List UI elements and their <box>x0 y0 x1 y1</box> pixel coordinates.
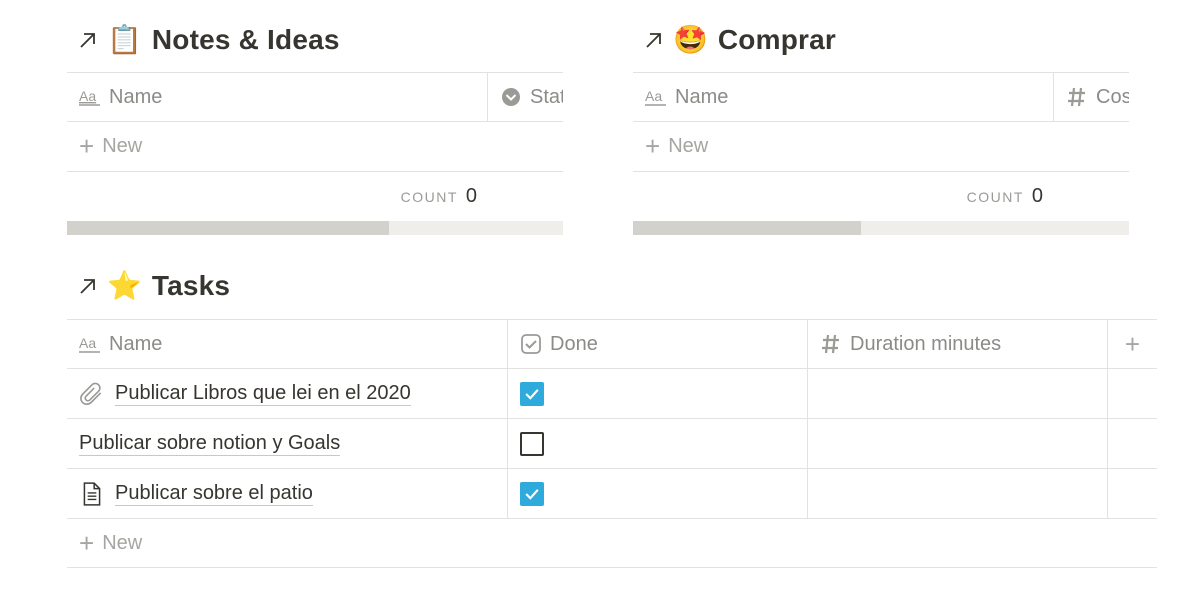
comprar-table: Aa Name Cos + New COUNT 0 <box>633 72 1129 235</box>
select-property-icon <box>502 88 520 106</box>
count-value: 0 <box>1031 185 1043 207</box>
tasks-header-row: Aa Name Done Duration minutes + <box>67 319 1157 368</box>
task-name-cell[interactable]: Publicar Libros que lei en el 2020 <box>67 369 508 418</box>
scrollbar-thumb[interactable] <box>67 221 390 235</box>
notes-count-row[interactable]: COUNT 0 <box>67 171 563 221</box>
open-link-arrow-icon[interactable] <box>77 29 99 51</box>
empty-cell <box>1108 469 1157 518</box>
done-cell <box>508 369 808 418</box>
new-label: New <box>102 531 143 554</box>
column-header-label: Duration minutes <box>850 332 1002 355</box>
notes-title[interactable]: Notes & Ideas <box>152 24 340 56</box>
tasks-table: Aa Name Done Duration minutes + Publicar… <box>67 319 1157 568</box>
text-property-icon: Aa <box>79 88 100 106</box>
notes-new-row-button[interactable]: + New <box>67 121 563 171</box>
column-header-label: Name <box>675 85 729 108</box>
notes-horizontal-scrollbar[interactable] <box>67 221 563 235</box>
clipboard-emoji-icon: 📋 <box>107 24 142 55</box>
column-header-label: Done <box>550 332 598 355</box>
empty-cell <box>1108 369 1157 418</box>
text-property-icon: Aa <box>79 335 100 353</box>
table-row[interactable]: Publicar sobre notion y Goals <box>67 418 1157 468</box>
svg-text:Aa: Aa <box>79 335 96 351</box>
comprar-title-row: 🤩 Comprar <box>633 20 1129 60</box>
scrollbar-thumb[interactable] <box>633 221 862 235</box>
plus-icon: + <box>645 131 661 161</box>
task-name[interactable]: Publicar sobre notion y Goals <box>79 431 341 456</box>
table-row[interactable]: Publicar sobre el patio <box>67 468 1157 518</box>
task-name-cell[interactable]: Publicar sobre el patio <box>67 469 508 518</box>
done-cell <box>508 419 808 468</box>
plus-icon: + <box>79 131 95 161</box>
paperclip-icon <box>80 382 102 405</box>
open-link-arrow-icon[interactable] <box>643 29 665 51</box>
column-header-done[interactable]: Done <box>508 320 808 368</box>
comprar-database: 🤩 Comprar <box>633 20 1129 60</box>
column-header-name[interactable]: Aa Name <box>67 320 508 368</box>
document-icon <box>83 481 101 506</box>
svg-text:Aa: Aa <box>645 88 662 104</box>
plus-icon: + <box>1124 328 1141 359</box>
task-name[interactable]: Publicar Libros que lei en el 2020 <box>115 381 411 406</box>
comprar-header-row: Aa Name Cos <box>633 72 1129 121</box>
table-row[interactable]: Publicar Libros que lei en el 2020 <box>67 368 1157 418</box>
tasks-title[interactable]: Tasks <box>152 270 230 302</box>
column-header-label: Name <box>109 332 163 355</box>
tasks-new-row-button[interactable]: + New <box>67 518 1157 568</box>
task-name-cell[interactable]: Publicar sobre notion y Goals <box>67 419 508 468</box>
star-emoji-icon: ⭐ <box>107 270 142 301</box>
svg-text:Aa: Aa <box>79 88 96 104</box>
add-property-button[interactable]: + <box>1108 320 1157 368</box>
tasks-title-row: ⭐ Tasks <box>67 266 1157 306</box>
empty-cell <box>1108 419 1157 468</box>
open-link-arrow-icon[interactable] <box>77 275 99 297</box>
notes-table: Aa Name Stat + New COUNT 0 <box>67 72 563 235</box>
duration-cell[interactable] <box>808 469 1108 518</box>
count-label: COUNT <box>400 188 458 205</box>
column-header-name[interactable]: Aa Name <box>633 73 1054 121</box>
notes-header-row: Aa Name Stat <box>67 72 563 121</box>
checkmark-icon <box>525 388 539 400</box>
comprar-title[interactable]: Comprar <box>718 24 836 56</box>
number-property-icon <box>1068 87 1085 107</box>
new-label: New <box>102 135 143 157</box>
comprar-horizontal-scrollbar[interactable] <box>633 221 1129 235</box>
task-name[interactable]: Publicar sobre el patio <box>115 481 313 506</box>
column-header-label: Stat <box>530 85 563 108</box>
column-header-status[interactable]: Stat <box>488 73 563 121</box>
notes-title-row: 📋 Notes & Ideas <box>67 20 563 60</box>
comprar-count-row[interactable]: COUNT 0 <box>633 171 1129 221</box>
done-checkbox[interactable] <box>520 481 544 506</box>
number-property-icon <box>822 334 839 354</box>
done-checkbox[interactable] <box>520 381 544 406</box>
checkbox-property-icon <box>521 334 541 354</box>
column-header-cost[interactable]: Cos <box>1054 73 1129 121</box>
text-property-icon: Aa <box>645 88 666 106</box>
notes-database: 📋 Notes & Ideas <box>67 20 563 60</box>
star-struck-emoji-icon: 🤩 <box>673 24 708 55</box>
column-header-duration[interactable]: Duration minutes <box>808 320 1108 368</box>
column-header-label: Name <box>109 85 163 108</box>
done-cell <box>508 469 808 518</box>
duration-cell[interactable] <box>808 419 1108 468</box>
count-label: COUNT <box>966 188 1024 205</box>
comprar-new-row-button[interactable]: + New <box>633 121 1129 171</box>
column-header-name[interactable]: Aa Name <box>67 73 488 121</box>
duration-cell[interactable] <box>808 369 1108 418</box>
checkmark-icon <box>525 488 539 500</box>
new-label: New <box>668 135 709 157</box>
column-header-label: Cos <box>1096 85 1129 108</box>
plus-icon: + <box>79 527 95 558</box>
done-checkbox[interactable] <box>520 431 544 456</box>
count-value: 0 <box>465 185 477 207</box>
tasks-database: ⭐ Tasks <box>67 266 1157 306</box>
